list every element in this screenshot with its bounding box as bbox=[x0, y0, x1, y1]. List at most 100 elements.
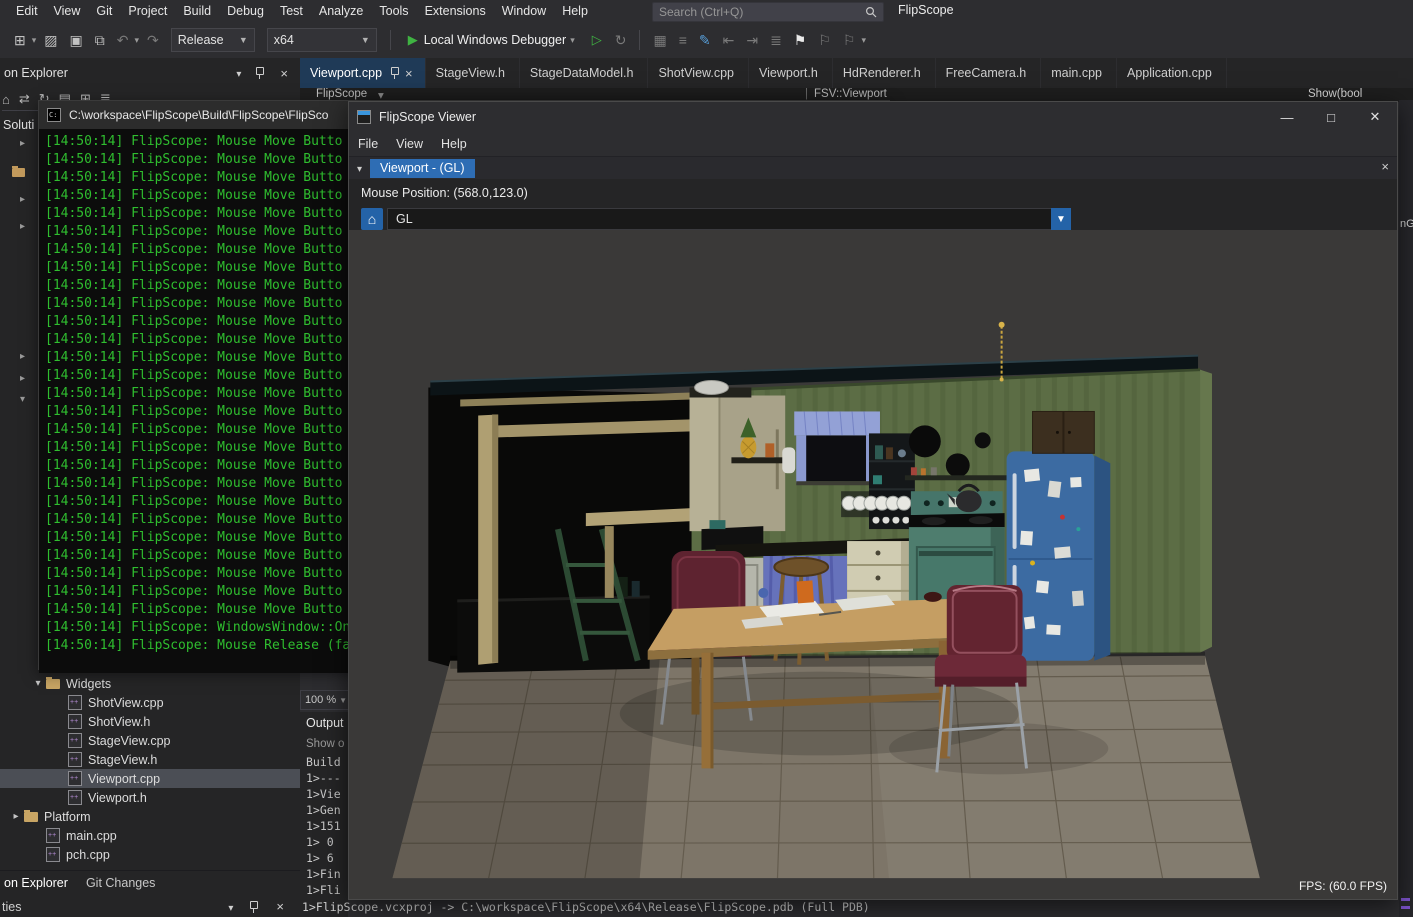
breadcrumb-project[interactable]: FlipScope bbox=[316, 88, 367, 100]
menu-item-tools[interactable]: Tools bbox=[371, 4, 416, 18]
new-project-dropdown-icon[interactable]: ▾ bbox=[32, 35, 37, 46]
menu-item-analyze[interactable]: Analyze bbox=[311, 4, 371, 18]
attach-icon[interactable]: ▦ bbox=[649, 32, 670, 49]
pin-icon[interactable] bbox=[249, 901, 258, 913]
output-tab[interactable]: Output bbox=[300, 712, 348, 732]
tree-item-shotview-cpp[interactable]: ShotView.cpp bbox=[0, 693, 300, 712]
close-icon[interactable] bbox=[278, 66, 290, 81]
menu-item-edit[interactable]: Edit bbox=[8, 4, 46, 18]
tree-chevron-icon[interactable]: ▾ bbox=[20, 394, 25, 405]
undo-dropdown-icon[interactable]: ▾ bbox=[134, 35, 139, 46]
menu-item-extensions[interactable]: Extensions bbox=[417, 4, 494, 18]
save-all-icon[interactable]: ⧉ bbox=[91, 32, 109, 49]
maximize-icon[interactable]: □ bbox=[1309, 102, 1353, 132]
renderer-dropdown-icon[interactable]: ▼ bbox=[1051, 208, 1071, 230]
editor-tab-application-cpp[interactable]: Application.cpp bbox=[1117, 58, 1227, 88]
tree-chevron-icon[interactable]: ▸ bbox=[20, 373, 25, 384]
start-without-debugging-icon[interactable]: ▷ bbox=[587, 32, 607, 48]
viewport-panel-tab[interactable]: Viewport - (GL) bbox=[370, 159, 475, 178]
viewer-menu-file[interactable]: File bbox=[349, 137, 387, 151]
toolbar-overflow-icon[interactable]: ▾ bbox=[861, 35, 866, 46]
tree-item-viewport-h[interactable]: Viewport.h bbox=[0, 788, 300, 807]
edit-icon[interactable]: ✎ bbox=[695, 32, 715, 49]
indent-decrease-icon[interactable]: ⇤ bbox=[719, 32, 739, 49]
platform-combo[interactable]: x64▼ bbox=[267, 28, 377, 52]
save-icon[interactable]: ▣ bbox=[66, 32, 87, 49]
viewport-3d-scene[interactable] bbox=[349, 230, 1397, 899]
close-icon[interactable]: ✕ bbox=[1353, 102, 1397, 132]
tree-item-platform[interactable]: ▸Platform bbox=[0, 807, 300, 826]
renderer-combo[interactable]: GL bbox=[387, 208, 1057, 230]
quick-search-box[interactable]: Search (Ctrl+Q) bbox=[652, 2, 884, 22]
tree-chevron-icon[interactable]: ▾ bbox=[30, 678, 46, 689]
prev-bookmark-icon[interactable]: ⚐ bbox=[814, 32, 835, 49]
switch-views-icon[interactable]: ⇄ bbox=[19, 91, 30, 107]
configuration-combo[interactable]: Release▼ bbox=[171, 28, 255, 52]
list-members-icon[interactable]: ≡ bbox=[675, 32, 691, 48]
tree-item-label: ShotView.cpp bbox=[88, 696, 164, 710]
menu-item-build[interactable]: Build bbox=[175, 4, 219, 18]
flipscope-viewer-window[interactable]: FlipScope Viewer — □ ✕ FileViewHelp View… bbox=[348, 101, 1398, 900]
menu-item-debug[interactable]: Debug bbox=[219, 4, 272, 18]
close-tab-icon[interactable] bbox=[403, 66, 415, 81]
tree-chevron-icon[interactable]: ▸ bbox=[8, 811, 24, 822]
tree-item-viewport-cpp[interactable]: Viewport.cpp bbox=[0, 769, 300, 788]
home-icon[interactable]: ⌂ bbox=[2, 92, 10, 107]
home-icon[interactable]: ⌂ bbox=[361, 208, 383, 230]
pin-icon[interactable] bbox=[255, 67, 264, 79]
editor-tab-stageview-h[interactable]: StageView.h bbox=[426, 58, 520, 88]
redo-icon[interactable]: ↷ bbox=[143, 32, 163, 49]
start-debugging-button[interactable]: ▶ Local Windows Debugger ▾ bbox=[400, 28, 583, 52]
editor-tab-main-cpp[interactable]: main.cpp bbox=[1041, 58, 1117, 88]
chevron-down-icon[interactable] bbox=[236, 66, 241, 80]
breadcrumb-symbol[interactable]: FSV::Viewport bbox=[814, 88, 887, 100]
menu-item-test[interactable]: Test bbox=[272, 4, 311, 18]
viewer-menu-view[interactable]: View bbox=[387, 137, 432, 151]
tree-chevron-icon[interactable]: ▸ bbox=[20, 221, 25, 232]
tree-chevron-icon[interactable]: ▸ bbox=[20, 138, 25, 149]
tree-chevron-icon[interactable]: ▸ bbox=[20, 194, 25, 205]
mouse-position-label: Mouse Position: (568.0,123.0) bbox=[361, 186, 528, 200]
tree-chevron-icon[interactable]: ▸ bbox=[20, 351, 25, 362]
bookmark-icon[interactable]: ⚑ bbox=[790, 32, 811, 49]
new-project-icon[interactable]: ⊞ bbox=[10, 32, 30, 49]
menu-item-help[interactable]: Help bbox=[554, 4, 596, 18]
tree-item-main-cpp[interactable]: main.cpp bbox=[0, 826, 300, 845]
editor-tab-stagedatamodel-h[interactable]: StageDataModel.h bbox=[520, 58, 649, 88]
close-panel-icon[interactable] bbox=[1379, 159, 1391, 174]
tab-solution-explorer[interactable]: on Explorer bbox=[4, 876, 68, 890]
pin-icon[interactable] bbox=[390, 67, 399, 79]
window-title: FlipScope bbox=[898, 3, 954, 17]
tree-item-stageview-h[interactable]: StageView.h bbox=[0, 750, 300, 769]
tree-item-shotview-h[interactable]: ShotView.h bbox=[0, 712, 300, 731]
open-folder-icon[interactable]: ▨ bbox=[40, 32, 61, 49]
undo-icon[interactable]: ↶ bbox=[113, 32, 133, 49]
chevron-down-icon[interactable] bbox=[228, 900, 233, 914]
close-icon[interactable] bbox=[274, 899, 286, 914]
editor-tab-label: main.cpp bbox=[1051, 66, 1102, 80]
hot-reload-icon[interactable]: ↻ bbox=[611, 32, 631, 49]
indent-increase-icon[interactable]: ⇥ bbox=[742, 32, 762, 49]
menu-item-window[interactable]: Window bbox=[494, 4, 554, 18]
viewport-3d[interactable]: FPS: (60.0 FPS) bbox=[349, 230, 1397, 899]
panel-chevron-icon[interactable] bbox=[357, 161, 362, 175]
tree-item-stageview-cpp[interactable]: StageView.cpp bbox=[0, 731, 300, 750]
viewer-menu-help[interactable]: Help bbox=[432, 137, 476, 151]
next-bookmark-icon[interactable]: ⚐ bbox=[839, 32, 860, 49]
editor-zoom-control[interactable]: 100 % ▼ bbox=[300, 690, 352, 710]
tree-item-widgets[interactable]: ▾Widgets bbox=[0, 674, 300, 693]
tree-item-pch-cpp[interactable]: pch.cpp bbox=[0, 845, 300, 864]
editor-tab-freecamera-h[interactable]: FreeCamera.h bbox=[936, 58, 1042, 88]
editor-tab-hdrenderer-h[interactable]: HdRenderer.h bbox=[833, 58, 936, 88]
output-line: 1>Fli bbox=[300, 882, 348, 898]
tab-git-changes[interactable]: Git Changes bbox=[86, 876, 155, 890]
editor-tab-shotview-cpp[interactable]: ShotView.cpp bbox=[648, 58, 749, 88]
line-spacing-icon[interactable]: ≣ bbox=[766, 32, 786, 49]
menu-item-view[interactable]: View bbox=[46, 4, 89, 18]
viewer-title-bar[interactable]: FlipScope Viewer — □ ✕ bbox=[349, 102, 1397, 132]
menu-item-git[interactable]: Git bbox=[88, 4, 120, 18]
minimize-icon[interactable]: — bbox=[1265, 102, 1309, 132]
editor-tab-viewport-cpp[interactable]: Viewport.cpp bbox=[300, 58, 426, 88]
menu-item-project[interactable]: Project bbox=[120, 4, 175, 18]
editor-tab-viewport-h[interactable]: Viewport.h bbox=[749, 58, 833, 88]
